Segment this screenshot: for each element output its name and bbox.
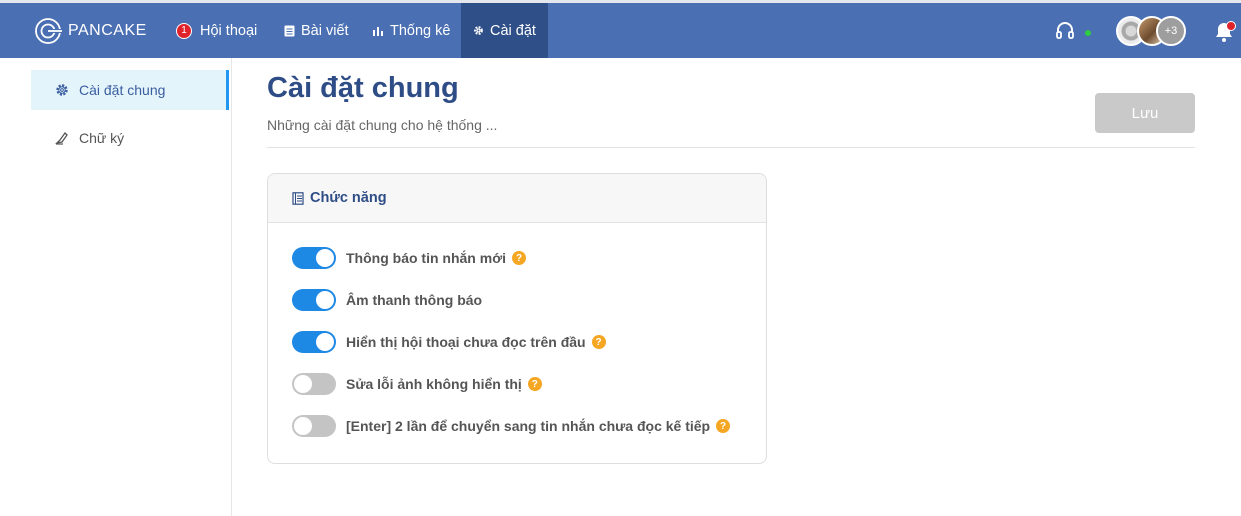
sidebar-item-general[interactable]: Cài đặt chung [31, 70, 229, 110]
option-label: Hiển thị hội thoại chưa đọc trên đầu [346, 334, 586, 350]
signature-pen-icon [55, 131, 69, 145]
nav-settings-label: Cài đặt [490, 22, 536, 39]
card-header: Chức năng [268, 174, 766, 223]
online-status-dot [1085, 30, 1091, 36]
page-subtitle: Những cài đặt chung cho hệ thống ... [267, 117, 498, 133]
option-label: Âm thanh thông báo [346, 292, 483, 308]
list-book-icon [292, 191, 304, 205]
toggle-knob [316, 291, 334, 309]
double-enter-next-unread-toggle[interactable] [292, 415, 336, 437]
notification-dot [1226, 21, 1236, 31]
option-row: Âm thanh thông báo [292, 288, 482, 312]
card-title: Chức năng [310, 190, 387, 206]
toggle-knob [294, 417, 312, 435]
sidebar-item-signature-label: Chữ ký [79, 130, 125, 146]
more-pages-avatar[interactable]: +3 [1156, 16, 1186, 46]
help-icon[interactable]: ? [527, 377, 542, 391]
page-title: Cài đặt chung [267, 72, 459, 104]
nav-posts[interactable]: Bài viết [284, 3, 349, 58]
option-label: Sửa lỗi ảnh không hiển thị [346, 376, 522, 392]
nav-conversations-label: Hội thoại [200, 22, 258, 39]
top-navbar: PANCAKE 1 Hội thoại Bài viết Thống kê Cà… [0, 0, 1241, 58]
sidebar-item-general-label: Cài đặt chung [79, 82, 166, 98]
option-label: [Enter] 2 lần để chuyển sang tin nhắn ch… [346, 418, 711, 434]
option-row: Sửa lỗi ảnh không hiển thị ? [292, 372, 542, 396]
header-divider [267, 147, 1195, 148]
help-icon[interactable]: ? [591, 335, 606, 349]
nav-statistics[interactable]: Thống kê [372, 3, 450, 58]
option-label: Thông báo tin nhắn mới [346, 250, 507, 266]
option-row: Thông báo tin nhắn mới ? [292, 246, 527, 270]
toggle-knob [316, 249, 334, 267]
fix-image-display-toggle[interactable] [292, 373, 336, 395]
unread-on-top-toggle[interactable] [292, 331, 336, 353]
nav-settings[interactable]: Cài đặt [461, 3, 548, 58]
gear-icon [473, 25, 484, 36]
nav-conversations[interactable]: 1 Hội thoại [176, 3, 257, 58]
save-button[interactable]: Lưu [1095, 93, 1195, 133]
settings-sidebar: Cài đặt chung Chữ ký [0, 58, 232, 516]
toggle-knob [316, 333, 334, 351]
features-card: Chức năng Thông báo tin nhắn mới ? Âm th… [267, 173, 767, 464]
notification-sound-toggle[interactable] [292, 289, 336, 311]
help-icon[interactable]: ? [716, 419, 731, 433]
settings-gear-icon [55, 83, 69, 97]
pancake-logo[interactable]: PANCAKE [34, 16, 147, 46]
pancake-logo-icon [35, 18, 62, 44]
nav-posts-label: Bài viết [301, 22, 349, 39]
option-row: [Enter] 2 lần để chuyển sang tin nhắn ch… [292, 414, 731, 438]
new-message-notification-toggle[interactable] [292, 247, 336, 269]
headset-icon[interactable] [1055, 21, 1075, 46]
sidebar-item-signature[interactable]: Chữ ký [31, 118, 229, 158]
option-row: Hiển thị hội thoại chưa đọc trên đầu ? [292, 330, 606, 354]
bar-chart-icon [372, 25, 384, 36]
toggle-knob [294, 375, 312, 393]
document-icon [284, 25, 295, 37]
logo-text: PANCAKE [68, 22, 147, 39]
help-icon[interactable]: ? [512, 251, 527, 265]
nav-statistics-label: Thống kê [390, 22, 451, 39]
unread-badge: 1 [176, 22, 192, 39]
